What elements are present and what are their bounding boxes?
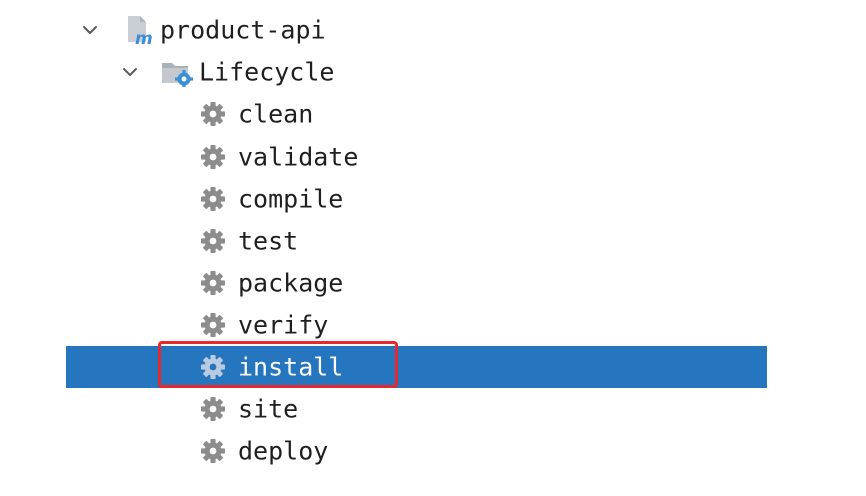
goal-label: clean [238, 99, 314, 129]
lifecycle-goal-site[interactable]: site [0, 388, 866, 430]
highlight-annotation-box [158, 341, 398, 388]
svg-text:m: m [135, 29, 153, 46]
lifecycle-label: Lifecycle [199, 57, 335, 87]
maven-lifecycle-tree: m product-api Lifecycle clean validate c… [0, 0, 866, 496]
lifecycle-goal-validate[interactable]: validate [0, 136, 866, 178]
project-label: product-api [160, 15, 326, 45]
tree-node-lifecycle[interactable]: Lifecycle [0, 51, 866, 93]
goal-label: validate [238, 142, 359, 172]
gear-icon [201, 397, 225, 421]
lifecycle-goal-verify[interactable]: verify [0, 304, 866, 346]
goal-label: compile [238, 184, 344, 214]
chevron-down-icon[interactable] [80, 20, 100, 40]
chevron-down-icon[interactable] [120, 62, 140, 82]
goal-label: package [238, 268, 344, 298]
lifecycle-goal-deploy[interactable]: deploy [0, 430, 866, 472]
gear-icon [201, 102, 225, 126]
goal-label: test [238, 226, 299, 256]
maven-module-icon: m [128, 16, 153, 46]
gear-icon [201, 313, 225, 337]
gear-icon [201, 145, 225, 169]
lifecycle-folder-icon [162, 63, 193, 87]
tree-node-project[interactable]: m product-api [0, 9, 866, 51]
goal-label: deploy [238, 436, 329, 466]
lifecycle-goal-test[interactable]: test [0, 220, 866, 262]
goal-label: site [238, 394, 299, 424]
gear-icon [201, 187, 225, 211]
lifecycle-goal-install[interactable]: install [0, 346, 866, 388]
lifecycle-goal-compile[interactable]: compile [0, 178, 866, 220]
gear-icon [201, 229, 225, 253]
goal-label: verify [238, 310, 329, 340]
gear-icon [201, 439, 225, 463]
lifecycle-goal-package[interactable]: package [0, 262, 866, 304]
gear-icon [201, 271, 225, 295]
lifecycle-goal-clean[interactable]: clean [0, 93, 866, 135]
